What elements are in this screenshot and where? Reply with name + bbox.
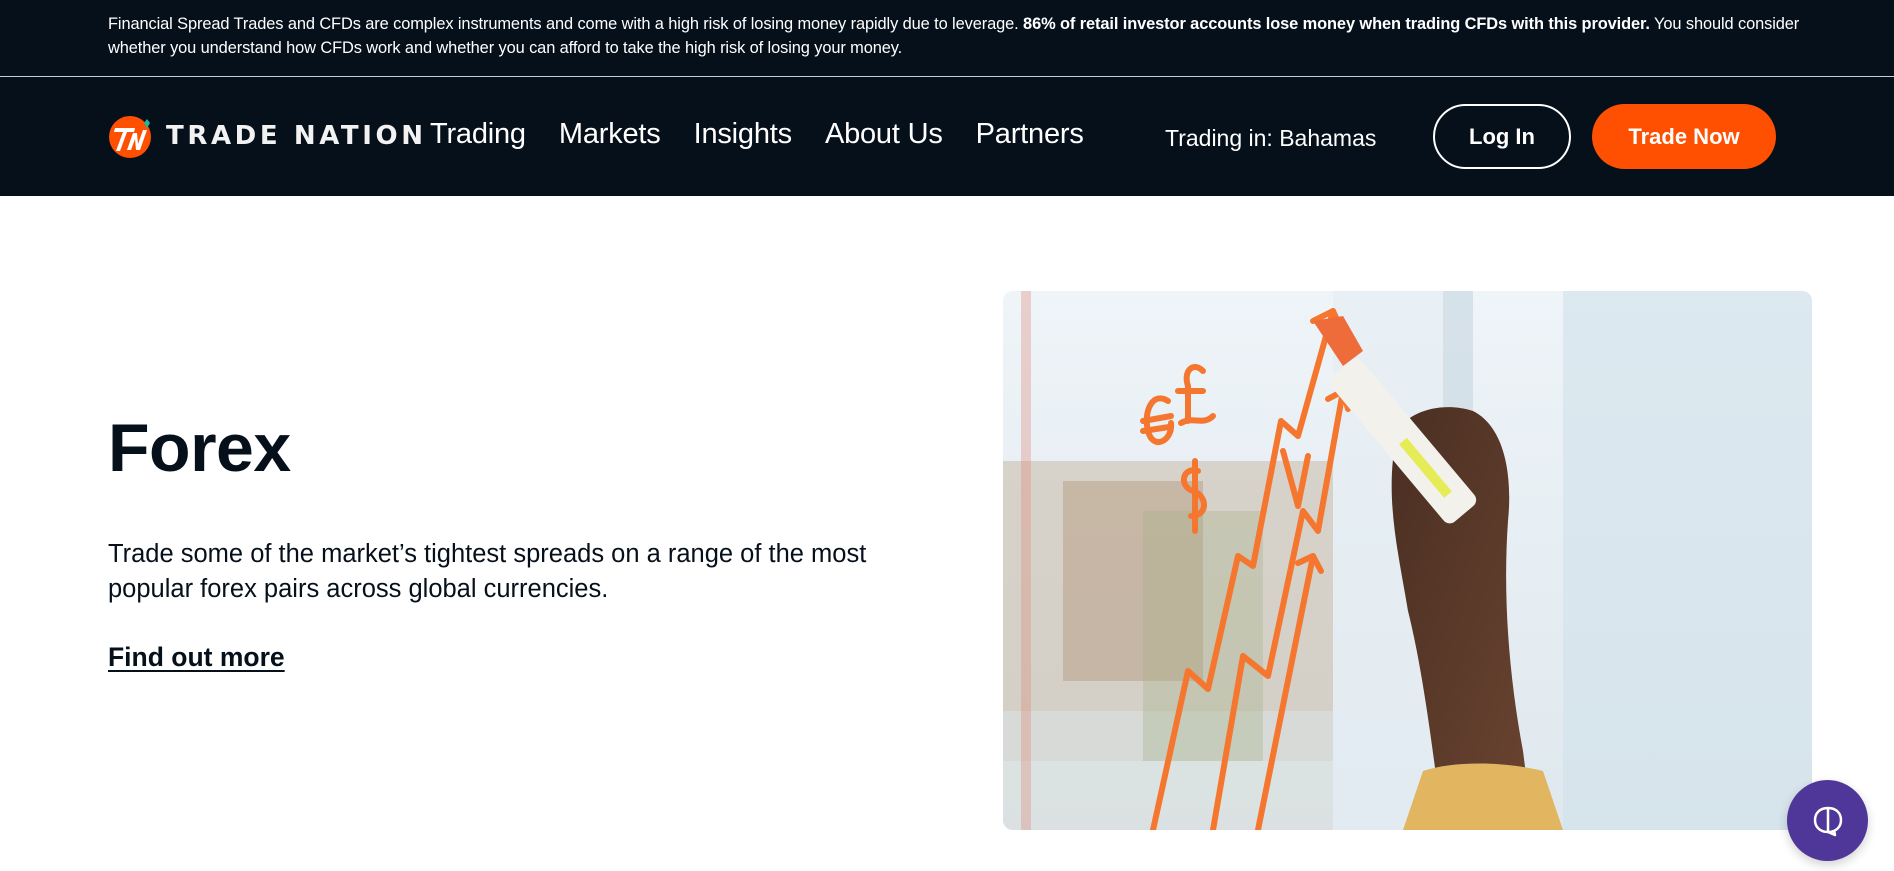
nav-item-about-us[interactable]: About Us [825,117,943,151]
hero-image [1003,291,1812,830]
main-navbar: TRADE NATION Trading Markets Insights Ab… [0,77,1894,196]
login-button[interactable]: Log In [1433,104,1571,169]
find-out-more-link[interactable]: Find out more [108,642,285,673]
logo[interactable]: TRADE NATION [108,113,427,159]
nav-item-trading[interactable]: Trading [430,117,526,151]
risk-text-bold: 86% of retail investor accounts lose mon… [1023,15,1650,33]
tn-logo-icon [108,113,154,159]
nav-item-insights[interactable]: Insights [694,117,793,151]
hero-illustration [1003,291,1812,830]
region-selector[interactable]: Trading in: Bahamas [1165,124,1376,152]
page-title: Forex [108,410,291,486]
risk-text-intro: Financial Spread Trades and CFDs are com… [108,15,1024,33]
chat-launcher-button[interactable] [1787,780,1868,861]
risk-warning-text: Financial Spread Trades and CFDs are com… [108,12,1808,60]
nav-item-partners[interactable]: Partners [976,117,1084,151]
risk-warning-banner: Financial Spread Trades and CFDs are com… [0,0,1894,77]
nav-item-markets[interactable]: Markets [559,117,661,151]
hero-description: Trade some of the market’s tightest spre… [108,540,867,603]
chat-bubble-icon [1813,806,1842,836]
trade-now-button[interactable]: Trade Now [1592,104,1776,169]
nav-menu: Trading Markets Insights About Us Partne… [430,117,1117,151]
logo-wordmark: TRADE NATION [166,121,427,151]
